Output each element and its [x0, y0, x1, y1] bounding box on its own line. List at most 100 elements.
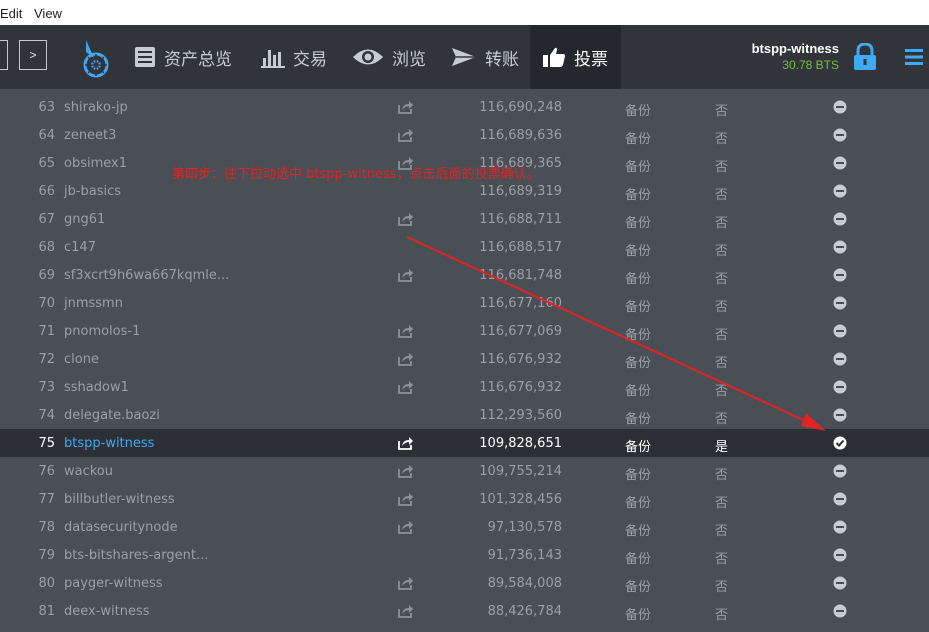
unvoted-minus-icon: [833, 100, 847, 114]
witness-status: 备份: [625, 132, 652, 147]
table-row[interactable]: 73 sshadow1 116,676,932 备份否: [0, 373, 929, 401]
hamburger-menu-icon[interactable]: [905, 49, 923, 65]
table-row[interactable]: 63 shirako-jp 116,690,248 备份否: [0, 93, 929, 121]
witness-voted: 否: [715, 412, 729, 427]
nav-voting-label: 投票: [574, 49, 608, 70]
chart-bars-icon: [261, 50, 285, 68]
table-row[interactable]: 77 billbutler-witness 101,328,456 备份否: [0, 485, 929, 513]
vote-toggle-button[interactable]: [833, 604, 847, 622]
witness-status: 备份: [625, 608, 652, 623]
menu-edit[interactable]: Edit: [0, 6, 22, 21]
vote-toggle-button[interactable]: [833, 520, 847, 538]
dashboard-icon: [135, 47, 155, 67]
witness-votes: 88,426,784: [487, 604, 562, 619]
vote-toggle-button[interactable]: [833, 156, 847, 174]
unvoted-minus-icon: [833, 324, 847, 338]
account-name: btspp-witness: [751, 41, 839, 56]
account-info[interactable]: btspp-witness 30.78 BTS: [752, 41, 839, 72]
bitshares-logo-icon[interactable]: [80, 38, 110, 78]
witness-voted: 否: [715, 272, 729, 287]
vote-toggle-button[interactable]: [833, 268, 847, 286]
witness-votes: 116,681,748: [479, 268, 562, 283]
witness-voted: 否: [715, 104, 729, 119]
menu-view[interactable]: View: [34, 6, 62, 21]
table-row[interactable]: 71 pnomolos-1 116,677,069 备份否: [0, 317, 929, 345]
table-row[interactable]: 72 clone 116,676,932 备份否: [0, 345, 929, 373]
unvoted-minus-icon: [833, 576, 847, 590]
unvoted-minus-icon: [833, 604, 847, 618]
vote-toggle-button[interactable]: [833, 100, 847, 118]
witness-status: 备份: [625, 552, 652, 567]
witness-status: 备份: [625, 160, 652, 175]
nav-explore-label: 浏览: [392, 49, 426, 70]
vote-toggle-button[interactable]: [833, 492, 847, 510]
witness-status: 备份: [625, 272, 652, 287]
witness-voted: 是: [715, 440, 729, 455]
witness-voted: 否: [715, 244, 729, 259]
unvoted-minus-icon: [833, 352, 847, 366]
table-row[interactable]: 69 sf3xcrt9h6wa667kqmle... 116,681,748 备份否: [0, 261, 929, 289]
witness-votes: 109,828,651: [479, 436, 562, 451]
nav-voting[interactable]: 投票: [530, 25, 621, 89]
back-button[interactable]: [0, 40, 8, 70]
witness-status: 备份: [625, 244, 652, 259]
witness-voted: 否: [715, 216, 729, 231]
nav-transfer-label: 转账: [485, 49, 519, 70]
nav-transfer[interactable]: 转账: [451, 25, 519, 89]
table-row[interactable]: 70 jnmssmn 116,677,160 备份否: [0, 289, 929, 317]
vote-toggle-button[interactable]: [833, 464, 847, 482]
witness-votes: 116,676,932: [479, 380, 562, 395]
witness-votes: 116,677,160: [479, 296, 562, 311]
instruction-annotation: 第四步：往下拉动选中 btspp-witness，点击后面的投票确认。: [172, 167, 540, 182]
unvoted-minus-icon: [833, 128, 847, 142]
unvoted-minus-icon: [833, 520, 847, 534]
nav-explore[interactable]: 浏览: [352, 25, 426, 89]
witness-votes: 109,755,214: [479, 464, 562, 479]
vote-toggle-button[interactable]: [833, 408, 847, 426]
witness-voted: 否: [715, 608, 729, 623]
table-row[interactable]: 76 wackou 109,755,214 备份否: [0, 457, 929, 485]
table-row[interactable]: 81 deex-witness 88,426,784 备份否: [0, 597, 929, 625]
unvoted-minus-icon: [833, 268, 847, 282]
witness-votes: 116,689,636: [479, 128, 562, 143]
vote-toggle-button[interactable]: [833, 128, 847, 146]
table-row[interactable]: 78 datasecuritynode 97,130,578 备份否: [0, 513, 929, 541]
voted-check-icon: [833, 436, 847, 450]
table-row[interactable]: 75 btspp-witness 109,828,651 备份是: [0, 429, 929, 457]
vote-toggle-button[interactable]: [833, 240, 847, 258]
forward-button[interactable]: >: [19, 40, 47, 70]
witness-votes: 116,677,069: [479, 324, 562, 339]
witness-votes: 89,584,008: [487, 576, 562, 591]
vote-toggle-button[interactable]: [833, 576, 847, 594]
vote-toggle-button[interactable]: [833, 548, 847, 566]
table-row[interactable]: 64 zeneet3 116,689,636 备份否: [0, 121, 929, 149]
vote-toggle-button[interactable]: [833, 212, 847, 230]
nav-exchange[interactable]: 交易: [261, 25, 327, 89]
table-row[interactable]: 80 payger-witness 89,584,008 备份否: [0, 569, 929, 597]
vote-toggle-button[interactable]: [833, 352, 847, 370]
unvoted-minus-icon: [833, 408, 847, 422]
unvoted-minus-icon: [833, 492, 847, 506]
nav-dashboard[interactable]: 资产总览: [134, 25, 232, 89]
vote-toggle-button[interactable]: [833, 296, 847, 314]
unvoted-minus-icon: [833, 296, 847, 310]
eye-icon: [353, 49, 383, 65]
witness-status: 备份: [625, 468, 652, 483]
vote-toggle-button[interactable]: [833, 436, 847, 454]
table-row[interactable]: 79 bts-bitshares-argent... 91,736,143 备份否: [0, 541, 929, 569]
top-nav-bar: > 资产总览 交易 浏览 转账 投票 btspp-witness 30.78 B…: [0, 25, 929, 89]
witness-votes: 116,689,319: [479, 184, 562, 199]
witness-voted: 否: [715, 160, 729, 175]
witness-voted: 否: [715, 384, 729, 399]
lock-icon[interactable]: [853, 43, 877, 71]
vote-toggle-button[interactable]: [833, 380, 847, 398]
thumbs-up-icon: [543, 47, 565, 67]
table-row[interactable]: 67 gng61 116,688,711 备份否: [0, 205, 929, 233]
witness-voted: 否: [715, 524, 729, 539]
witness-voted: 否: [715, 356, 729, 371]
table-row[interactable]: 68 c147 116,688,517 备份否: [0, 233, 929, 261]
witness-status: 备份: [625, 384, 652, 399]
vote-toggle-button[interactable]: [833, 324, 847, 342]
vote-toggle-button[interactable]: [833, 184, 847, 202]
table-row[interactable]: 74 delegate.baozi 112,293,560 备份否: [0, 401, 929, 429]
